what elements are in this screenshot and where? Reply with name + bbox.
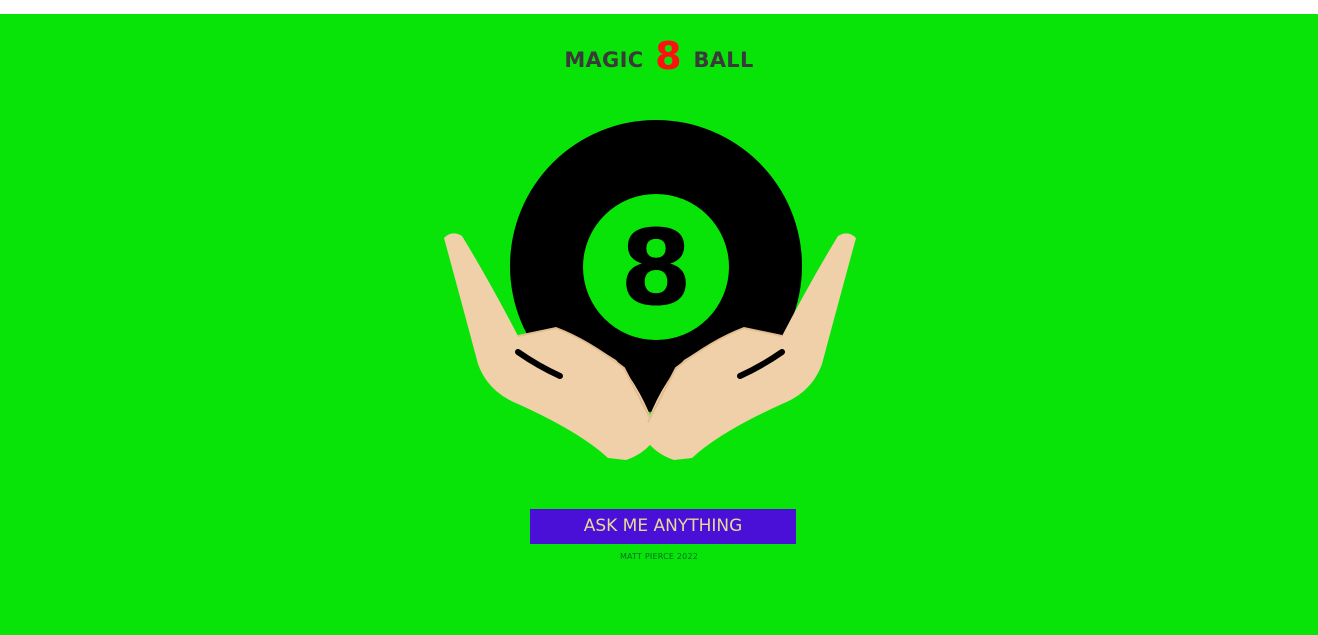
title-prefix: MAGIC [564,48,644,72]
partial-logo-icon [96,0,110,4]
ball-number: 8 [620,207,692,329]
page-title: MAGIC 8 BALL [0,36,1318,80]
footer-credit: MATT PIERCE 2022 [619,552,699,561]
title-suffix: BALL [693,48,754,72]
top-strip [0,0,1318,14]
main-stage: MAGIC 8 BALL 8 ASK ME ANYTHING MATT PIER… [0,14,1318,635]
magic-8-ball-illustration[interactable]: 8 [438,114,862,466]
ask-me-anything-button[interactable]: ASK ME ANYTHING [530,509,796,544]
title-number: 8 [655,34,682,78]
